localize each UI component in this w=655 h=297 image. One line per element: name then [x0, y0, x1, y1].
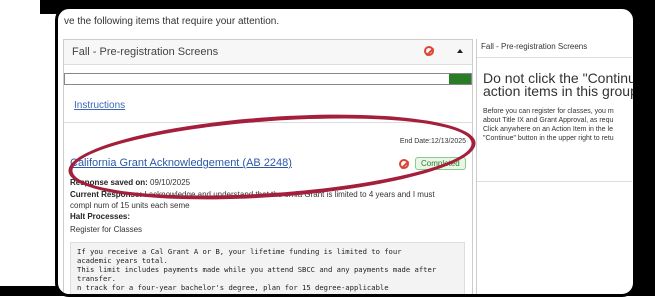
current-response-continued: compl num of 15 units each seme [70, 201, 190, 210]
body-line: about Title IX and Grant Approval, as re… [483, 117, 614, 124]
body-line: Before you can register for classes, you… [483, 108, 614, 115]
response-saved-value: 09/10/2025 [150, 178, 191, 187]
panel-title: Fall - Pre-registration Screens [72, 46, 219, 58]
blocked-icon [424, 46, 434, 56]
current-response: Current Response: I acknowledge and unde… [70, 190, 435, 199]
notice-line: academic years total. [77, 256, 168, 265]
divider [64, 122, 472, 123]
divider [477, 181, 632, 182]
current-response-label: Current Response: [70, 190, 143, 199]
notice-line: This limit includes payments made while … [77, 265, 437, 274]
halt-label: Halt Processes: [70, 212, 131, 221]
instructions-link[interactable]: Instructions [74, 100, 125, 111]
collapse-caret-icon[interactable] [457, 49, 463, 53]
action-item[interactable]: End Date:12/13/2025 California Grant Ack… [64, 134, 472, 294]
attention-text: ve the following items that require your… [64, 16, 280, 27]
response-saved: Response saved on: 09/10/2025 [70, 178, 190, 187]
halt-processes-label: Halt Processes: [70, 212, 130, 221]
details-body: Before you can register for classes, you… [483, 107, 614, 143]
response-saved-label: Response saved on: [70, 178, 148, 187]
body-line: "Continue" button in the upper right to … [483, 135, 614, 142]
grant-notice-text: If you receive a Cal Grant A or B, your … [70, 242, 465, 294]
progress-fill [449, 74, 471, 84]
panel-header[interactable]: Fall - Pre-registration Screens [64, 40, 472, 65]
current-response-value: I acknowledge and understand that the or… [144, 190, 435, 199]
details-panel-title: Fall - Pre-registration Screens [481, 42, 588, 51]
heading-line: action items in this group [483, 83, 636, 99]
details-panel: Fall - Pre-registration Screens Do not c… [476, 39, 633, 294]
halt-processes-value: Register for Classes [70, 225, 143, 234]
grant-acknowledgement-link[interactable]: California Grant Acknowledgement (AB 224… [70, 157, 292, 169]
notice-line: transfer. [77, 274, 116, 283]
blocked-icon [399, 159, 409, 169]
status-badge: Completed [415, 157, 466, 170]
end-date: End Date:12/13/2025 [399, 138, 466, 145]
notice-line: n track for a four-year bachelor's degre… [77, 283, 389, 292]
details-heading: Do not click the "Continue action items … [483, 71, 636, 99]
progress-bar [64, 73, 472, 85]
preregistration-panel: Fall - Pre-registration Screens Instruct… [63, 39, 473, 294]
notice-line: If you receive a Cal Grant A or B, your … [77, 247, 402, 256]
body-line: Click anywhere on an Action Item in the … [483, 126, 613, 133]
screenshot-card: ve the following items that require your… [55, 6, 636, 297]
divider [477, 57, 632, 58]
